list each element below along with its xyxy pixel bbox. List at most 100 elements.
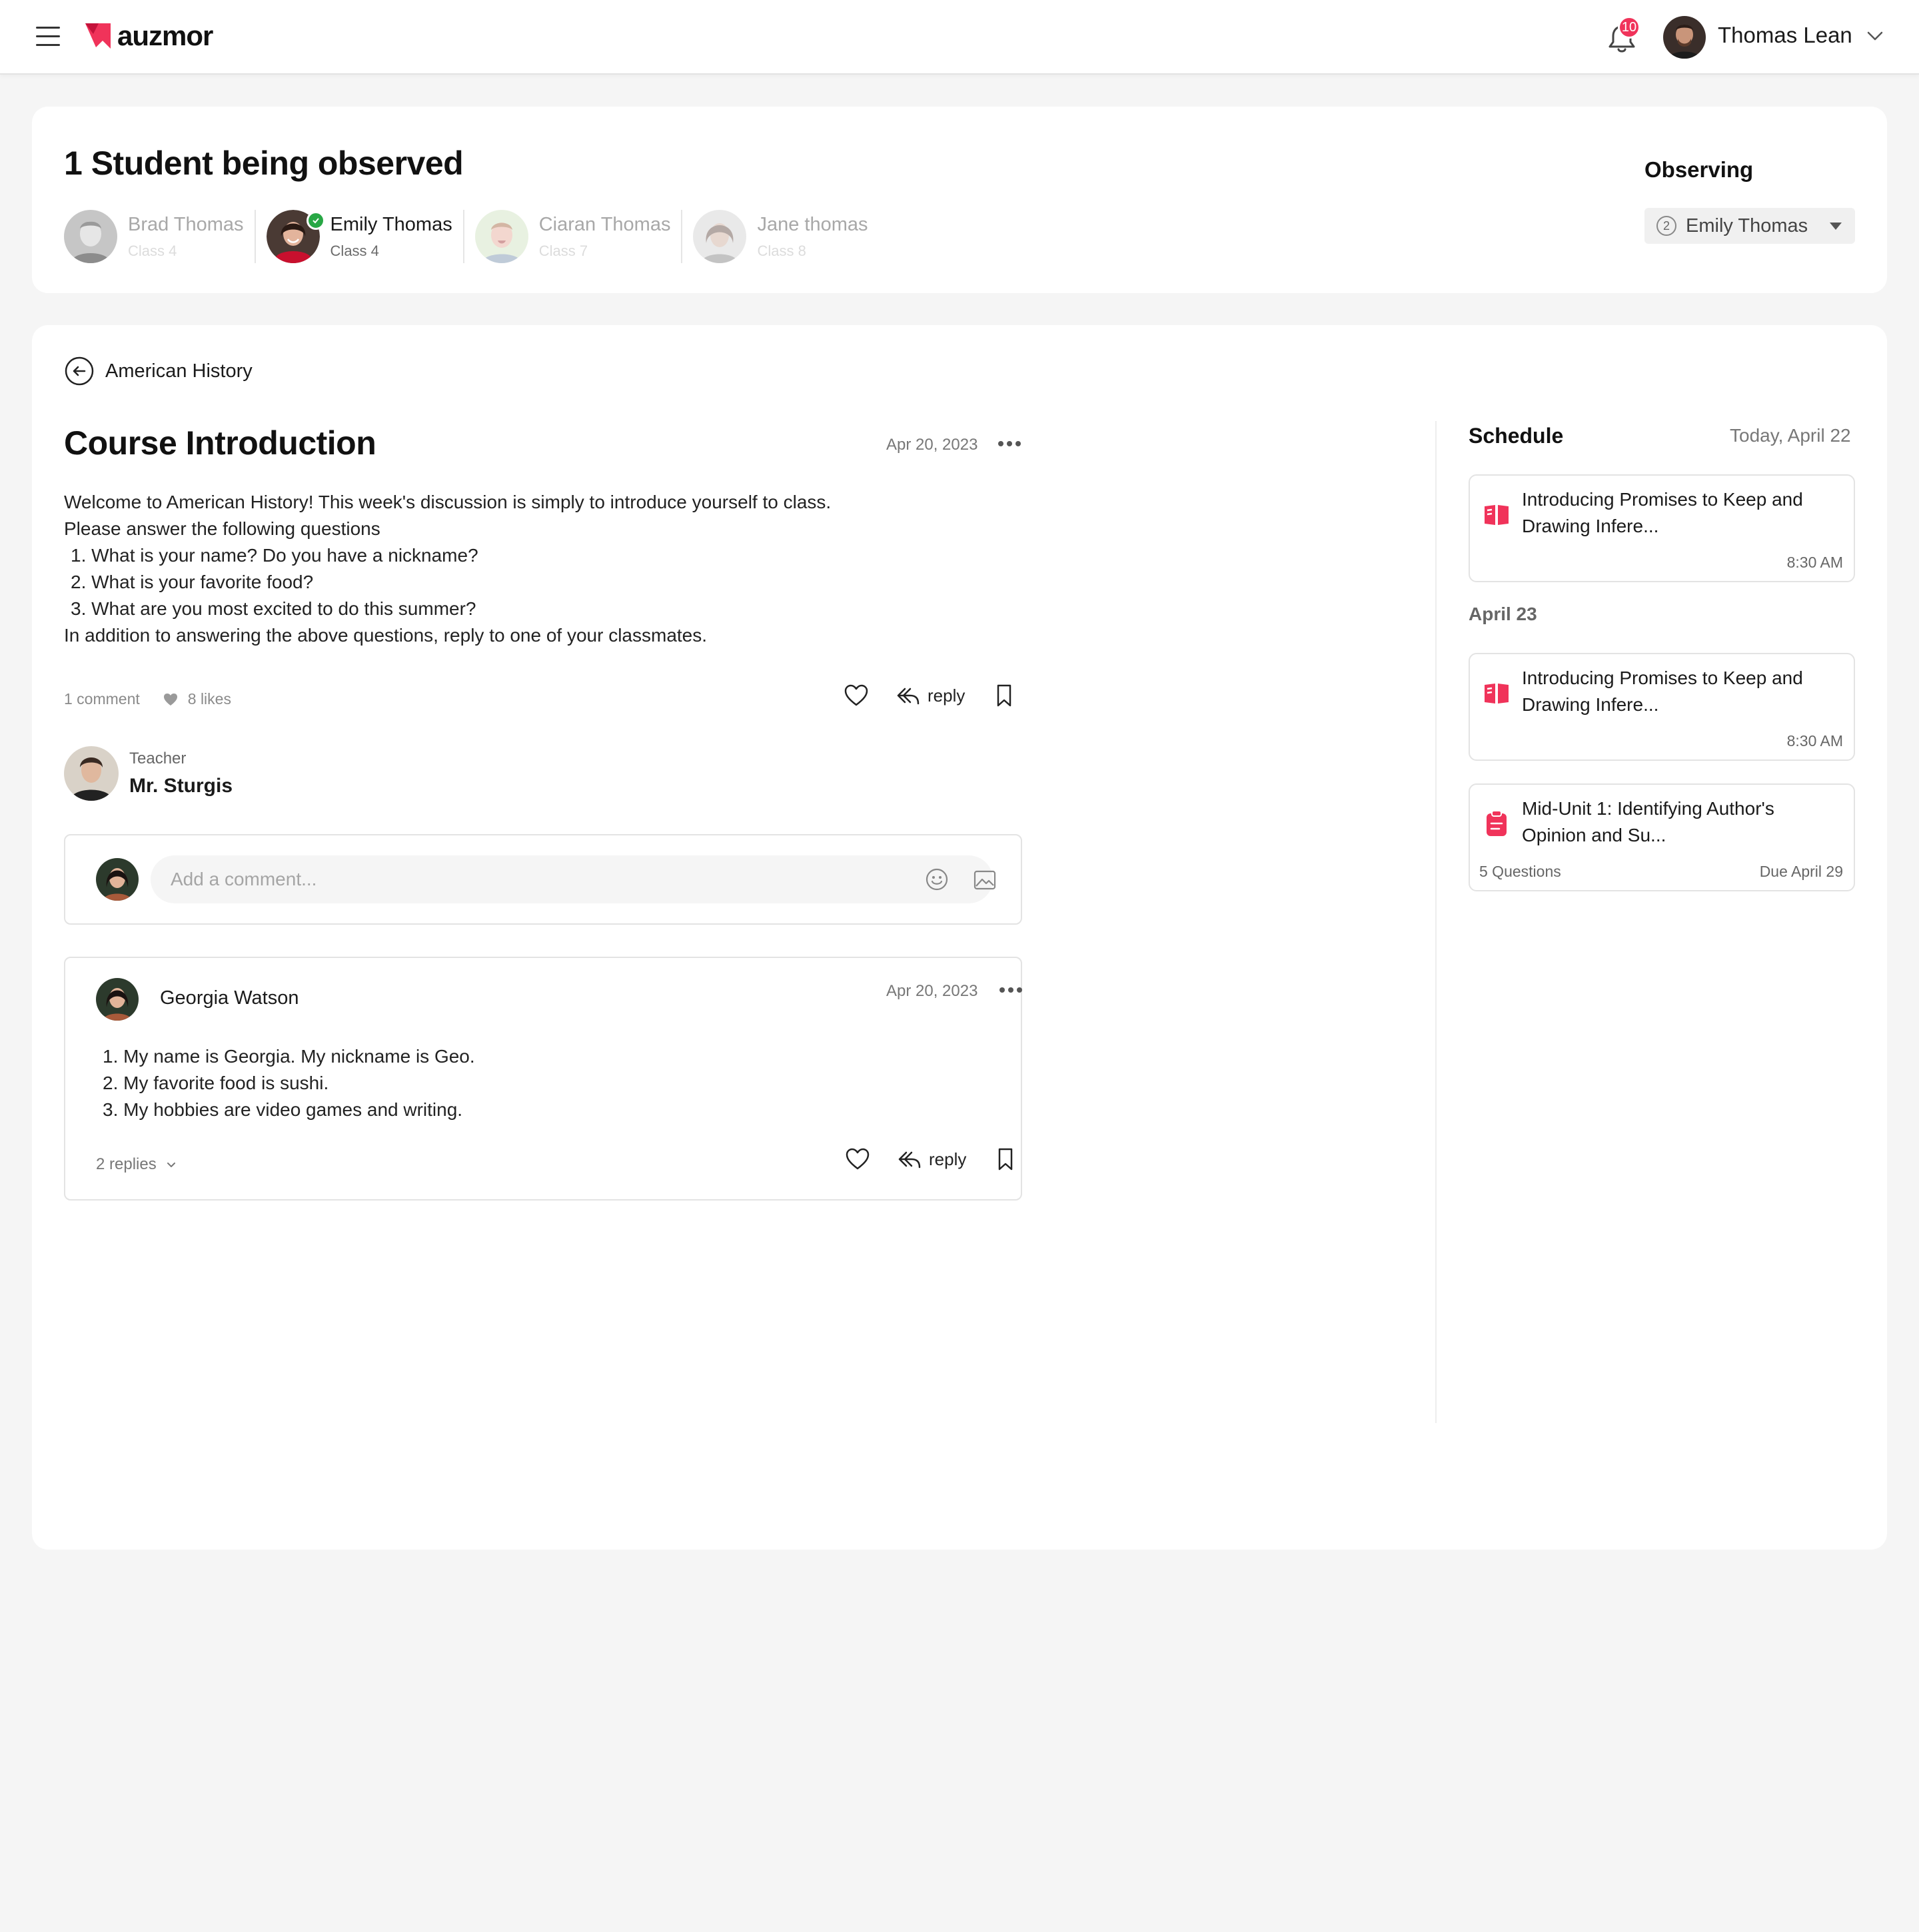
question-item: 2. What is your favorite food?	[71, 572, 314, 592]
schedule-item-time: 8:30 AM	[1786, 554, 1843, 571]
column-divider	[1435, 421, 1437, 1423]
student-class: Class 7	[538, 242, 588, 259]
emoji-icon[interactable]	[925, 867, 949, 891]
bookmark-button[interactable]	[993, 1147, 1018, 1171]
schedule-today-label: Today, April 22	[1730, 425, 1851, 446]
post-title: Course Introduction	[64, 424, 376, 462]
question-item: 1. What is your name? Do you have a nick…	[71, 545, 478, 566]
heart-icon	[844, 684, 868, 706]
reply-arrow-icon	[898, 1151, 921, 1169]
comment-actions: reply	[845, 1147, 1018, 1171]
post-outro: In addition to answering the above quest…	[64, 625, 708, 646]
schedule-item-title: Introducing Promises to Keep and Drawing…	[1522, 489, 1803, 536]
divider	[681, 210, 683, 263]
observing-student-select[interactable]: 2 Emily Thomas	[1644, 208, 1855, 244]
post-prompt: Please answer the following questions	[64, 518, 380, 539]
comment-line: 3. My hobbies are video games and writin…	[103, 1099, 463, 1120]
student-class: Class 4	[128, 242, 177, 259]
question-item: 3. What are you most excited to do this …	[71, 598, 476, 619]
teacher-name: Mr. Sturgis	[129, 775, 233, 797]
like-button[interactable]	[844, 684, 869, 708]
student-avatar	[266, 210, 325, 263]
replies-count: 2 replies	[96, 1155, 157, 1173]
observed-title: 1 Student being observed	[64, 145, 464, 182]
selected-check-icon	[306, 211, 325, 230]
post-intro: Welcome to American History! This week's…	[64, 492, 832, 512]
divider	[462, 210, 464, 263]
clipboard-icon	[1487, 810, 1507, 836]
student-item[interactable]: Ciaran Thomas Class 7	[474, 208, 682, 265]
comments-count[interactable]: 1 comment	[64, 690, 140, 708]
comment-author-name[interactable]: Georgia Watson	[160, 987, 299, 1009]
post-meta: 1 comment 8 likes	[64, 690, 231, 708]
schedule-item-time: 8:30 AM	[1786, 732, 1843, 749]
observing-label: Observing	[1644, 157, 1754, 182]
observed-students-card: 1 Student being observed Brad Thomas Cla…	[32, 107, 1887, 293]
book-open-icon	[1485, 684, 1509, 704]
bookmark-button[interactable]	[991, 684, 1017, 708]
notification-count-badge: 10	[1618, 16, 1640, 39]
comment-line: 2. My favorite food is sushi.	[103, 1073, 329, 1093]
selected-count-icon: 2	[1656, 216, 1676, 236]
schedule-item[interactable]: Introducing Promises to Keep and Drawing…	[1469, 653, 1855, 761]
reply-label: reply	[928, 685, 965, 706]
student-avatar	[474, 210, 528, 263]
post-body: Welcome to American History! This week's…	[64, 489, 997, 649]
reply-arrow-icon	[897, 688, 920, 705]
chevron-down-icon	[167, 1163, 175, 1167]
student-avatar	[64, 210, 117, 263]
schedule-title: Schedule	[1469, 424, 1564, 448]
discussion-card: American History Course Introduction Apr…	[32, 325, 1887, 1550]
hamburger-menu-icon[interactable]	[36, 27, 60, 47]
course-breadcrumb: American History	[105, 360, 253, 382]
comment-author-avatar[interactable]	[96, 978, 139, 1021]
heart-filled-icon	[163, 693, 177, 706]
chevron-down-icon[interactable]	[1866, 29, 1884, 43]
heart-icon	[846, 1148, 870, 1170]
book-open-icon	[1485, 505, 1509, 525]
student-list: Brad Thomas Class 4 Emily Thomas Class 4	[64, 208, 879, 265]
post-actions: reply	[844, 684, 1017, 708]
schedule-item[interactable]: Introducing Promises to Keep and Drawing…	[1469, 474, 1855, 582]
reply-button[interactable]: reply	[897, 1147, 966, 1171]
bookmark-icon	[997, 684, 1011, 707]
student-class: Class 8	[757, 242, 806, 259]
back-arrow-icon	[65, 356, 94, 386]
student-class: Class 4	[330, 242, 379, 259]
schedule-date-header: April 23	[1469, 604, 1537, 624]
schedule-item-due: Due April 29	[1759, 863, 1843, 880]
like-button[interactable]	[845, 1147, 870, 1171]
comment-more-options-icon[interactable]	[999, 987, 1022, 993]
replies-toggle[interactable]: 2 replies	[96, 1155, 177, 1174]
back-button[interactable]: American History	[64, 356, 253, 386]
reply-label: reply	[929, 1149, 967, 1169]
user-name[interactable]: Thomas Lean	[1718, 23, 1852, 48]
divider	[254, 210, 256, 263]
schedule-item-title: Introducing Promises to Keep and Drawing…	[1522, 668, 1803, 715]
image-upload-icon[interactable]	[973, 869, 997, 891]
comment-card: Georgia Watson Apr 20, 2023 1. My name i…	[64, 957, 1022, 1201]
post-more-options-icon[interactable]	[998, 441, 1021, 446]
comment-line: 1. My name is Georgia. My nickname is Ge…	[103, 1046, 475, 1067]
auzmor-logo[interactable]: auzmor	[84, 20, 213, 52]
caret-down-icon	[1830, 223, 1842, 230]
user-avatar[interactable]	[1663, 16, 1706, 59]
teacher-role: Teacher	[129, 749, 187, 767]
student-item-selected[interactable]: Emily Thomas Class 4	[266, 208, 463, 265]
student-name: Jane thomas	[757, 213, 868, 235]
comment-input[interactable]	[151, 855, 993, 903]
teacher-avatar[interactable]	[64, 746, 119, 801]
reply-button[interactable]: reply	[896, 684, 965, 708]
student-name: Brad Thomas	[128, 213, 244, 235]
teacher-info: Teacher Mr. Sturgis	[64, 746, 233, 801]
top-navigation-bar: auzmor 10 Thomas Lean	[0, 0, 1919, 75]
likes-count[interactable]: 8 likes	[188, 690, 231, 708]
bookmark-icon	[999, 1148, 1013, 1171]
schedule-item[interactable]: Mid-Unit 1: Identifying Author's Opinion…	[1469, 783, 1855, 891]
schedule-item-questions: 5 Questions	[1479, 863, 1561, 880]
comment-body: 1. My name is Georgia. My nickname is Ge…	[103, 1043, 475, 1123]
student-item[interactable]: Brad Thomas Class 4	[64, 208, 255, 265]
student-item[interactable]: Jane thomas Class 8	[693, 208, 878, 265]
logo-text: auzmor	[117, 20, 213, 51]
schedule-item-title: Mid-Unit 1: Identifying Author's Opinion…	[1522, 798, 1774, 845]
